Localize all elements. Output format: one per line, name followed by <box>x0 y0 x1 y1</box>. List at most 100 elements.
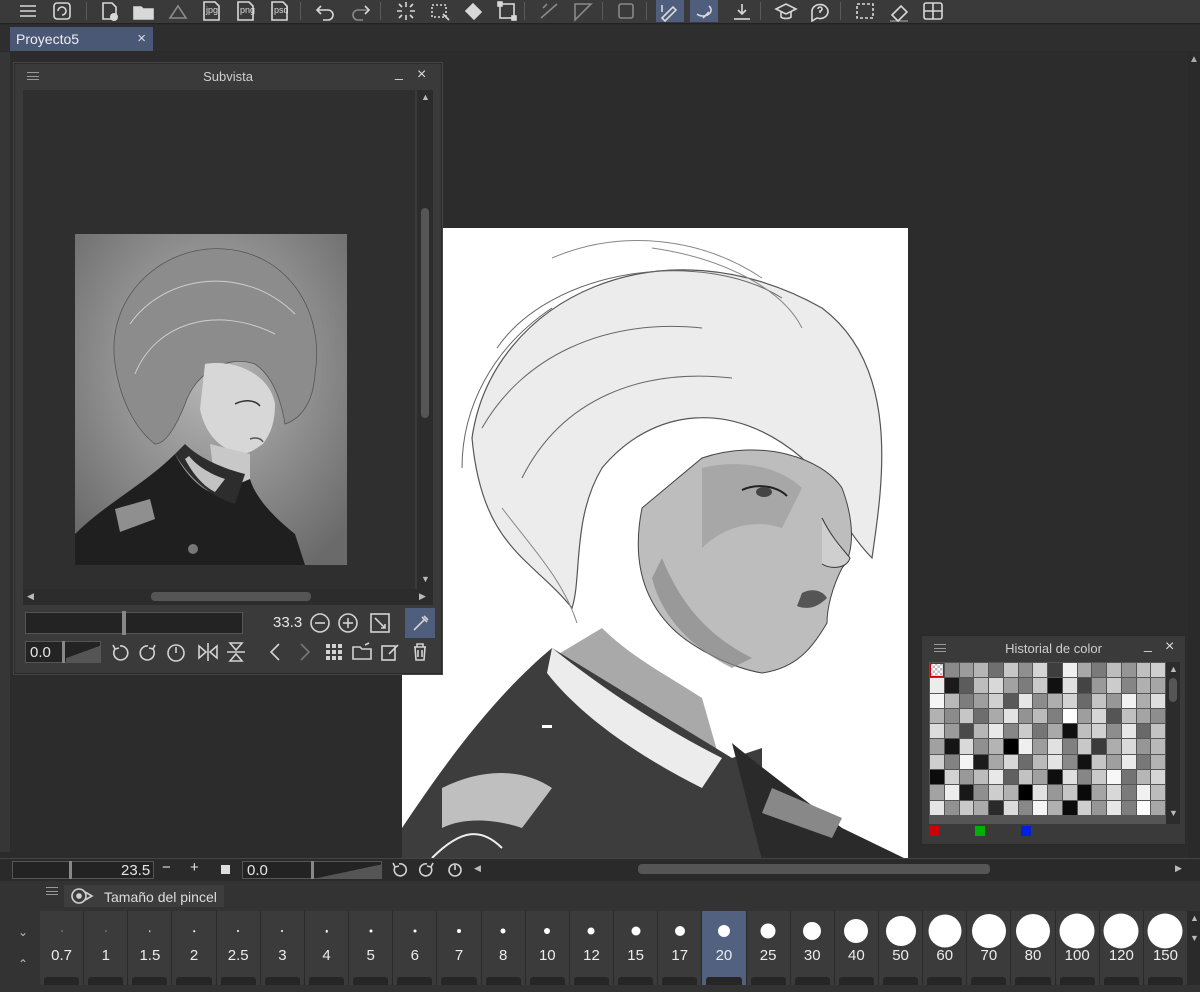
brush-size-25[interactable]: 25 <box>746 911 791 985</box>
color-swatch[interactable] <box>1018 708 1033 724</box>
slider-handle[interactable] <box>69 861 72 879</box>
color-swatch[interactable] <box>974 708 988 724</box>
color-swatch[interactable] <box>1033 785 1047 800</box>
scroll-down-icon[interactable]: ▼ <box>1190 933 1199 943</box>
brush-size-80[interactable]: 80 <box>1011 911 1056 985</box>
brush-size-2[interactable]: 2 <box>172 911 217 985</box>
brush-size-1[interactable]: 1 <box>84 911 129 985</box>
color-swatch[interactable] <box>1092 800 1106 815</box>
color-swatch[interactable] <box>1151 800 1165 815</box>
tab-proyecto5[interactable]: Proyecto5 × <box>10 27 153 51</box>
rotate-left-icon[interactable] <box>390 860 408 883</box>
color-swatch[interactable] <box>1003 754 1018 770</box>
color-swatch[interactable] <box>959 708 974 724</box>
color-swatch[interactable] <box>930 724 944 739</box>
slider-handle[interactable] <box>311 861 314 879</box>
color-swatch[interactable] <box>1107 663 1121 678</box>
fill-bucket-button[interactable] <box>460 0 488 22</box>
color-swatch[interactable] <box>1136 739 1151 754</box>
color-swatch[interactable] <box>1048 708 1062 724</box>
color-swatch[interactable] <box>989 754 1003 770</box>
scroll-left-icon[interactable]: ◀ <box>27 591 34 602</box>
slider-handle[interactable] <box>122 611 126 635</box>
color-swatch[interactable] <box>989 708 1003 724</box>
color-swatch[interactable] <box>1121 708 1136 724</box>
color-swatch[interactable] <box>1062 678 1077 693</box>
delete-icon[interactable] <box>409 641 431 668</box>
color-swatch[interactable] <box>1018 785 1033 800</box>
color-swatch[interactable] <box>989 663 1003 678</box>
zoom-field[interactable]: 23.5 <box>12 861 154 879</box>
color-swatch[interactable] <box>1151 724 1165 739</box>
color-swatch[interactable] <box>1092 724 1106 739</box>
scroll-down-icon[interactable]: ▼ <box>1169 808 1178 818</box>
rotation-field[interactable]: 0.0 <box>242 861 382 879</box>
color-swatch[interactable] <box>1033 663 1047 678</box>
lasso-pen-button[interactable] <box>690 0 718 22</box>
export-psd-button[interactable]: psd <box>266 0 294 22</box>
brush-size-12[interactable]: 12 <box>569 911 615 985</box>
color-swatch[interactable] <box>1121 663 1136 678</box>
color-swatch[interactable] <box>1092 708 1106 724</box>
color-swatch[interactable] <box>1077 785 1092 800</box>
scroll-up-icon[interactable]: ▲ <box>1189 54 1199 65</box>
color-swatch[interactable] <box>1136 754 1151 770</box>
scroll-up-icon[interactable]: ▲ <box>1190 913 1199 923</box>
rotate-right-icon[interactable] <box>137 641 159 668</box>
brush-size-70[interactable]: 70 <box>967 911 1012 985</box>
scroll-up-icon[interactable]: ▲ <box>421 92 430 102</box>
color-swatch[interactable] <box>1048 663 1062 678</box>
color-swatch[interactable] <box>974 663 988 678</box>
color-swatch[interactable] <box>959 739 974 754</box>
color-swatch[interactable] <box>1003 785 1018 800</box>
color-swatch[interactable] <box>930 739 944 754</box>
color-swatch[interactable] <box>1003 708 1018 724</box>
color-swatch[interactable] <box>1151 663 1165 678</box>
rgb-marker[interactable] <box>1021 826 1031 836</box>
color-swatch[interactable] <box>1092 693 1106 708</box>
export-png-button[interactable]: png <box>232 0 260 22</box>
color-swatch[interactable] <box>1077 739 1092 754</box>
color-swatch[interactable] <box>1062 724 1077 739</box>
color-swatch[interactable] <box>1136 663 1151 678</box>
color-swatch[interactable] <box>959 785 974 800</box>
color-swatch[interactable] <box>959 754 974 770</box>
expand-icon[interactable]: ⌃ <box>18 957 28 971</box>
color-swatch[interactable] <box>1092 663 1106 678</box>
color-swatch[interactable] <box>989 739 1003 754</box>
color-swatch[interactable] <box>944 770 959 785</box>
color-swatch[interactable] <box>1033 770 1047 785</box>
color-swatch[interactable] <box>1018 739 1033 754</box>
color-swatch[interactable] <box>1048 785 1062 800</box>
brush-size-15[interactable]: 15 <box>614 911 659 985</box>
color-swatch[interactable] <box>1003 800 1018 815</box>
color-swatch[interactable] <box>959 693 974 708</box>
scroll-thumb[interactable] <box>421 208 429 418</box>
color-swatch[interactable] <box>944 678 959 693</box>
scroll-up-icon[interactable]: ▲ <box>1169 664 1178 674</box>
scroll-down-icon[interactable]: ▼ <box>421 574 430 584</box>
color-swatch[interactable] <box>1062 800 1077 815</box>
menu-button[interactable] <box>14 0 42 22</box>
tab-close-icon[interactable]: × <box>137 30 146 47</box>
color-swatch[interactable] <box>1151 754 1165 770</box>
edit-image-icon[interactable] <box>379 641 401 668</box>
scroll-left-icon[interactable]: ◀ <box>474 863 481 874</box>
save-button[interactable] <box>164 0 192 22</box>
color-swatch[interactable] <box>1107 724 1121 739</box>
color-swatch[interactable] <box>974 785 988 800</box>
color-swatch[interactable] <box>1121 770 1136 785</box>
color-swatch[interactable] <box>930 754 944 770</box>
canvas-hscroll-thumb[interactable] <box>638 864 990 874</box>
color-swatch[interactable] <box>1048 754 1062 770</box>
zoom-out-button[interactable]: − <box>162 859 171 876</box>
color-swatch[interactable] <box>1003 693 1018 708</box>
color-swatch[interactable] <box>989 678 1003 693</box>
brush-size-2-5[interactable]: 2.5 <box>216 911 261 985</box>
rotate-right-icon[interactable] <box>418 860 436 883</box>
color-swatch[interactable] <box>1062 693 1077 708</box>
color-swatch[interactable] <box>989 785 1003 800</box>
color-swatch[interactable] <box>1062 770 1077 785</box>
color-swatch[interactable] <box>1077 663 1092 678</box>
color-swatch[interactable] <box>1003 739 1018 754</box>
